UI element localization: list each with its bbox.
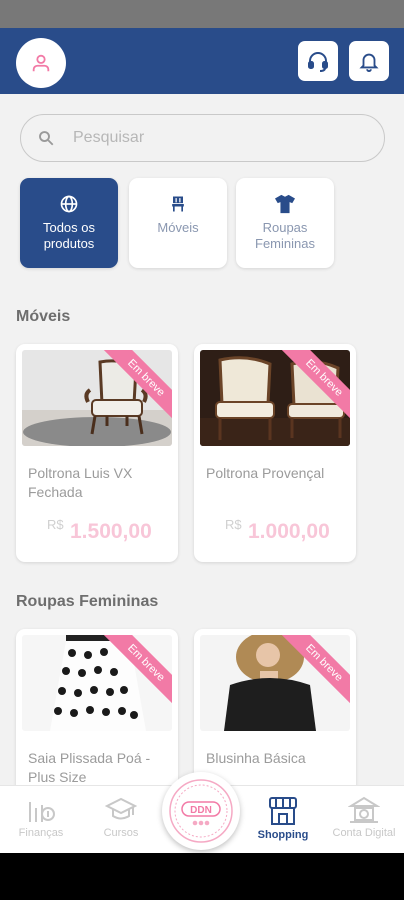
product-image: Em breve <box>22 635 172 731</box>
nav-label: Shopping <box>257 829 309 841</box>
price-currency: R$ <box>47 517 64 532</box>
category-label: Móveis <box>157 220 199 235</box>
product-image: Em breve <box>22 350 172 446</box>
category-women-clothing[interactable]: Roupas Femininas <box>236 178 334 268</box>
product-name: Blusinha Básica <box>206 750 306 766</box>
product-card[interactable]: Em breve Blusinha Básica <box>194 629 356 785</box>
product-price: 1.000,00 <box>248 520 330 543</box>
product-card[interactable]: Em breve Poltrona Provençal R$ 1.000,00 <box>194 344 356 562</box>
product-card[interactable]: Em breve Saia Plissada Poá - Plus Size <box>16 629 178 785</box>
support-button[interactable] <box>298 41 338 81</box>
main-content: Todos os produtos Móveis Roupas Feminina… <box>0 94 404 785</box>
product-price: 1.500,00 <box>70 520 152 543</box>
search-bar[interactable] <box>20 114 385 162</box>
notifications-button[interactable] <box>349 41 389 81</box>
status-bar <box>0 0 404 28</box>
category-label: Roupas Femininas <box>255 220 315 251</box>
headset-icon <box>308 52 328 72</box>
search-input[interactable] <box>73 129 353 147</box>
section-title: Móveis <box>16 308 71 325</box>
product-image: Em breve <box>200 350 350 446</box>
product-image: Em breve <box>200 635 350 731</box>
nav-item-shopping[interactable]: Shopping <box>245 796 321 841</box>
product-name: Poltrona Provençal <box>206 465 325 481</box>
section-title: Roupas Femininas <box>16 593 159 610</box>
app-header <box>0 28 404 94</box>
bank-icon <box>348 796 380 823</box>
product-name: Saia Plissada Poá - Plus Size <box>28 750 151 785</box>
bell-icon <box>359 53 379 72</box>
search-icon <box>39 131 54 146</box>
bottom-navigation: Finanças Cursos DDN Shopping Conta Digit… <box>0 772 404 853</box>
chair-icon <box>172 196 184 212</box>
nav-label: Finanças <box>18 827 64 839</box>
category-all-products[interactable]: Todos os produtos <box>20 178 118 268</box>
category-furniture[interactable]: Móveis <box>129 178 227 268</box>
ddn-logo: DDN <box>169 779 233 843</box>
shirt-icon <box>275 194 295 214</box>
nav-item-financas[interactable]: Finanças <box>3 796 79 839</box>
profile-button[interactable] <box>16 38 66 88</box>
product-card[interactable]: Em breve Poltrona Luis VX Fechada R$ 1.5… <box>16 344 178 562</box>
category-label: Todos os produtos <box>42 220 96 251</box>
svg-text:DDN: DDN <box>190 805 212 816</box>
nav-label: Conta Digital <box>332 827 396 839</box>
graduation-cap-icon <box>105 797 137 820</box>
price-currency: R$ <box>225 517 242 532</box>
finance-chart-icon <box>29 802 55 822</box>
system-navigation-bar <box>0 853 404 900</box>
nav-label: Cursos <box>103 827 139 839</box>
globe-icon <box>60 195 78 213</box>
nav-item-cursos[interactable]: Cursos <box>83 796 159 839</box>
user-icon <box>32 54 50 72</box>
ddn-home-button[interactable]: DDN <box>162 772 240 850</box>
store-icon <box>269 797 297 825</box>
nav-item-conta-digital[interactable]: Conta Digital <box>326 796 402 839</box>
product-name: Poltrona Luis VX Fechada <box>28 465 133 500</box>
